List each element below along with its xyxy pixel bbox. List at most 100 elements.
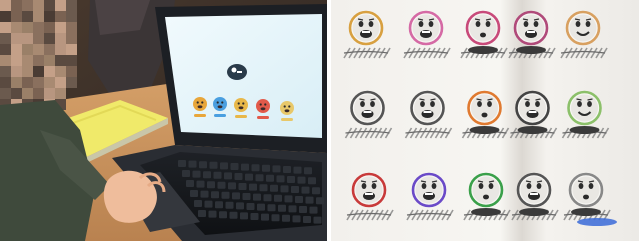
- blue-label-pill: [577, 218, 617, 226]
- keyboard-key: [219, 211, 227, 219]
- keyboard-key: [194, 200, 202, 207]
- keyboard-key: [263, 194, 272, 202]
- paper-sheet: [331, 0, 639, 241]
- keyboard-key: [308, 177, 316, 185]
- paper-emoji-face: [468, 172, 504, 208]
- keyboard-key: [228, 182, 236, 190]
- keyboard-key: [257, 203, 265, 211]
- paper-emoji-face: [568, 172, 604, 208]
- keyboard-key: [262, 164, 270, 172]
- label-pill: [571, 208, 601, 216]
- paper-emoji-face: [348, 10, 384, 46]
- keyboard-key: [215, 201, 223, 209]
- keyboard-key: [221, 191, 230, 199]
- keyboard-key: [186, 180, 194, 187]
- keyboard-key: [178, 160, 186, 167]
- keyboard-key: [246, 203, 255, 210]
- keyboard-key: [259, 184, 268, 192]
- keyboard-key: [204, 200, 213, 208]
- keyboard-key: [270, 184, 278, 192]
- keyboard-key: [224, 172, 232, 180]
- keyboard-key: [213, 171, 222, 179]
- keyboard-key: [278, 204, 286, 212]
- keyboard-key: [261, 213, 269, 221]
- keyboard-key: [225, 201, 234, 209]
- label-pill: [516, 46, 546, 54]
- keyboard-key: [303, 216, 311, 223]
- keyboard-key: [304, 167, 312, 175]
- keyboard-key: [293, 166, 302, 174]
- label-pill: [469, 126, 500, 134]
- keyboard-key: [255, 174, 264, 182]
- keyboard-key: [253, 193, 261, 201]
- paper-emoji-face: [410, 90, 445, 126]
- keyboard-key: [276, 175, 285, 183]
- keyboard-key: [267, 204, 276, 212]
- keyboard-key: [309, 206, 318, 214]
- keyboard-key: [251, 164, 260, 172]
- keyboard-key: [190, 190, 198, 197]
- keyboard-key: [299, 206, 307, 213]
- keyboard-key: [220, 162, 228, 170]
- keyboard-key: [242, 193, 251, 200]
- keyboard-key: [274, 194, 282, 202]
- label-pill: [517, 126, 548, 134]
- keyboard-key: [249, 183, 257, 191]
- keyboard-key: [288, 205, 297, 213]
- keyboard-key: [207, 181, 215, 189]
- keyboard-key: [297, 176, 306, 184]
- paper-emoji-face: [351, 172, 387, 208]
- paper-emoji-face: [516, 172, 552, 208]
- keyboard-key: [271, 214, 280, 222]
- keyboard-key: [284, 195, 293, 203]
- paper-emoji-face: [350, 90, 385, 126]
- keyboard-key: [272, 165, 281, 173]
- paper-emoji-face: [565, 10, 601, 46]
- keyboard-key: [283, 166, 291, 173]
- keyboard-key: [211, 191, 219, 199]
- keyboard-key: [295, 196, 303, 203]
- keyboard-key: [241, 163, 249, 171]
- keyboard-key: [280, 185, 289, 193]
- paper-emoji-face: [465, 10, 501, 46]
- keyboard-key: [196, 180, 205, 188]
- keyboard-key: [200, 190, 209, 198]
- paper-emoji-face: [513, 10, 549, 46]
- right-photo-paper-emoji-sheet: [331, 0, 639, 241]
- keyboard-key: [188, 160, 197, 168]
- keyboard-key: [238, 183, 247, 190]
- keyboard-key: [291, 186, 299, 193]
- keyboard-key: [292, 215, 301, 223]
- paper-emoji-face: [467, 90, 502, 126]
- keyboard-key: [240, 212, 248, 220]
- label-pill: [569, 126, 600, 134]
- paper-emoji-face: [408, 10, 444, 46]
- keyboard-key: [250, 213, 259, 220]
- label-pill: [519, 208, 549, 216]
- keyboard-key: [287, 176, 295, 183]
- keyboard-key: [266, 174, 274, 182]
- keyboard-key: [199, 161, 207, 169]
- keyboard-key: [208, 210, 217, 218]
- keyboard-key: [305, 196, 314, 204]
- label-pill: [468, 46, 498, 54]
- keyboard-key: [198, 210, 206, 217]
- keyboard-key: [312, 187, 320, 195]
- keyboard-key: [313, 216, 322, 224]
- keyboard-key: [203, 171, 211, 179]
- keyboard-key: [236, 202, 244, 210]
- keyboard-key: [301, 186, 310, 194]
- label-pill: [471, 208, 501, 216]
- keyboard-key: [316, 197, 324, 205]
- paper-emoji-face: [515, 90, 550, 126]
- paper-emoji-face: [567, 90, 602, 126]
- left-photo-child-at-laptop: [0, 0, 327, 241]
- paper-emoji-face: [411, 172, 447, 208]
- keyboard-key: [230, 163, 239, 170]
- keyboard-key: [234, 173, 243, 180]
- keyboard-key: [192, 170, 201, 178]
- keyboard-key: [232, 192, 240, 200]
- keyboard-key: [229, 211, 238, 219]
- keyboard-key: [182, 170, 190, 177]
- keyboard-key: [209, 161, 218, 169]
